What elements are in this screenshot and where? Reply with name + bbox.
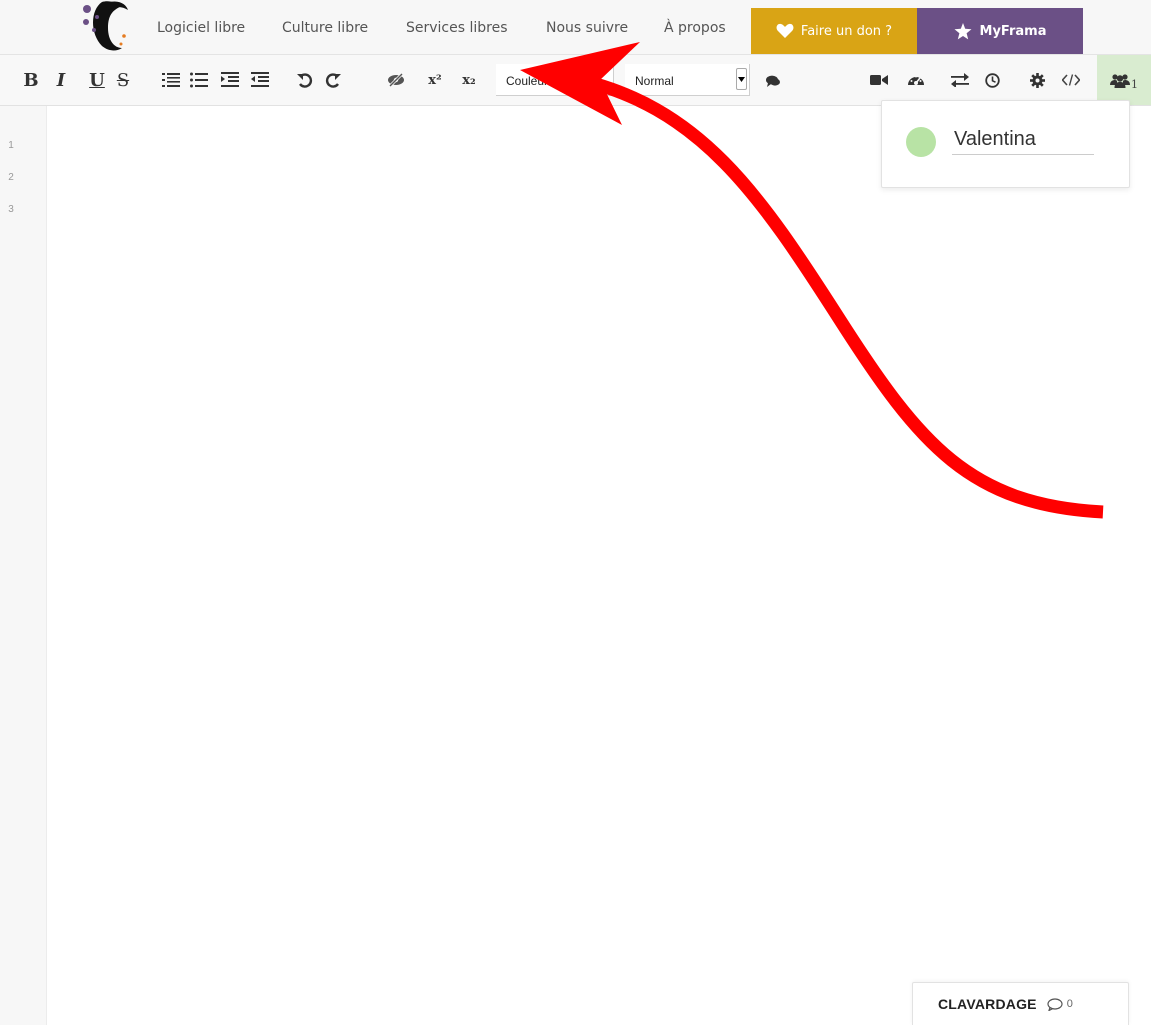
code-icon — [1062, 74, 1080, 86]
italic-button[interactable]: I — [50, 55, 72, 105]
dashboard-button[interactable] — [904, 55, 928, 105]
nav-link-nous-suivre[interactable]: Nous suivre — [546, 20, 628, 36]
users-icon — [1110, 73, 1130, 88]
editor-content-area[interactable] — [47, 106, 1151, 1025]
chevron-down-icon — [736, 68, 747, 90]
subscript-button[interactable]: x₂ — [458, 55, 480, 105]
paragraph-style-select[interactable]: Normal — [625, 64, 750, 96]
editor-toolbar: B I U S x² x₂ Couleur Normal — [0, 55, 1151, 106]
ordered-list-icon — [162, 73, 180, 87]
nav-link-logiciel-libre[interactable]: Logiciel libre — [157, 20, 245, 36]
nav-link-culture-libre[interactable]: Culture libre — [282, 20, 368, 36]
undo-button[interactable] — [294, 55, 316, 105]
underline-button[interactable]: U — [86, 55, 108, 105]
line-number: 2 — [8, 172, 14, 183]
bullet-list-button[interactable] — [187, 55, 211, 105]
framasoft-nav-bar: Logiciel libre Culture libre Services li… — [0, 0, 1151, 55]
heart-icon — [776, 23, 794, 38]
indent-icon — [221, 72, 239, 87]
video-camera-icon — [870, 75, 888, 85]
line-number-gutter: 1 2 3 — [0, 106, 47, 1025]
user-count: 1 — [1131, 77, 1138, 91]
framasoft-logo[interactable] — [78, 0, 130, 54]
ordered-list-button[interactable] — [159, 55, 183, 105]
eye-slash-icon — [388, 73, 404, 87]
user-color-swatch[interactable] — [906, 127, 936, 157]
donate-button[interactable]: Faire un don ? — [751, 8, 917, 54]
nav-link-services-libres[interactable]: Services libres — [406, 20, 508, 36]
chat-panel-toggle[interactable]: CLAVARDAGE 0 — [912, 982, 1129, 1025]
users-list-button[interactable]: 1 — [1097, 55, 1151, 105]
myframa-label: MyFrama — [979, 23, 1047, 39]
line-number: 3 — [8, 204, 14, 215]
comment-icon — [1047, 997, 1063, 1011]
history-button[interactable] — [980, 55, 1004, 105]
comments-button[interactable] — [762, 55, 784, 105]
nav-link-a-propos[interactable]: À propos — [664, 20, 726, 36]
color-select[interactable]: Couleur — [496, 64, 614, 96]
dashboard-icon — [908, 75, 924, 85]
import-export-button[interactable] — [948, 55, 972, 105]
outdent-icon — [251, 72, 269, 87]
comments-icon — [766, 75, 780, 87]
star-icon — [954, 22, 972, 39]
indent-button[interactable] — [218, 55, 242, 105]
donate-label: Faire un don ? — [800, 23, 893, 39]
embed-code-button[interactable] — [1058, 55, 1084, 105]
superscript-button[interactable]: x² — [424, 55, 446, 105]
bullet-list-icon — [190, 72, 208, 88]
outdent-button[interactable] — [248, 55, 272, 105]
strikethrough-button[interactable]: S — [112, 55, 134, 105]
clock-icon — [984, 72, 1000, 88]
bold-button[interactable]: B — [20, 55, 42, 105]
myframa-button[interactable]: MyFrama — [917, 8, 1083, 54]
undo-icon — [297, 73, 313, 88]
clear-format-button[interactable] — [384, 55, 408, 105]
settings-button[interactable] — [1025, 55, 1049, 105]
gear-icon — [1029, 72, 1045, 88]
line-number: 1 — [8, 140, 14, 151]
redo-icon — [325, 73, 341, 88]
users-popup: Valentina — [881, 100, 1130, 188]
video-call-button[interactable] — [867, 55, 891, 105]
chat-label: CLAVARDAGE — [938, 996, 1037, 1012]
redo-button[interactable] — [322, 55, 344, 105]
username-input[interactable]: Valentina — [952, 128, 1094, 155]
exchange-icon — [951, 73, 969, 87]
chat-message-count: 0 — [1047, 997, 1073, 1011]
